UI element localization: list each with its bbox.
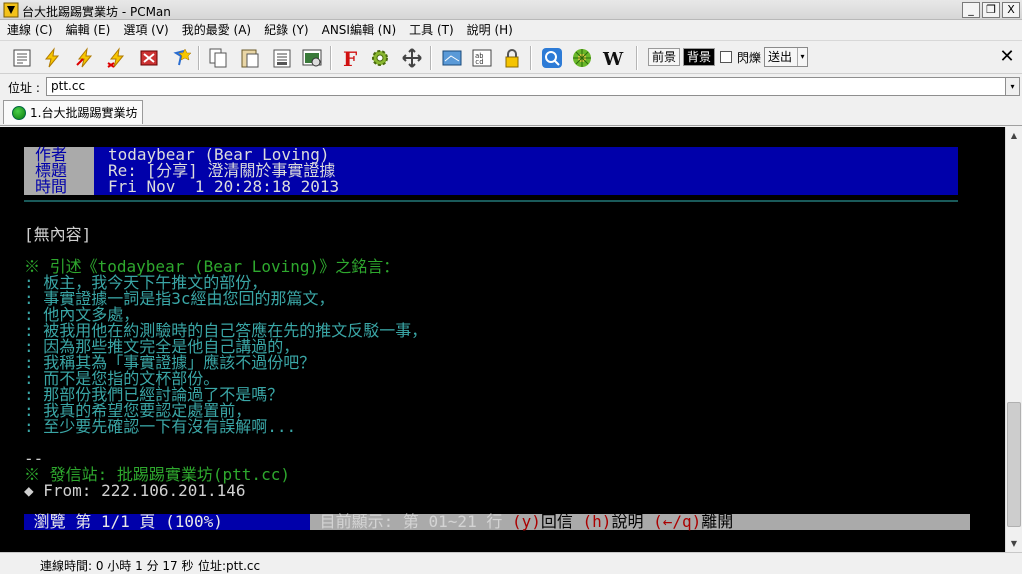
toolbar-separator (198, 46, 200, 70)
toolbar-separator (430, 46, 432, 70)
background-color-button[interactable]: 背景 (683, 48, 716, 66)
minimize-button[interactable]: _ (962, 2, 980, 18)
view-icon[interactable] (440, 46, 464, 70)
copy-icon[interactable] (206, 46, 230, 70)
toolbar-separator (636, 46, 638, 70)
reconnect-icon[interactable] (105, 46, 129, 70)
copy-with-ansi-icon[interactable] (270, 46, 294, 70)
quote-line: : 至少要先確認一下有沒有誤解啊... (24, 417, 297, 436)
nav-icon[interactable]: ab cd (470, 46, 494, 70)
display-range: 目前顯示: 第 01~21 行 (310, 512, 512, 531)
status-address: 位址:ptt.cc (198, 559, 261, 573)
menu-options[interactable]: 選項 (V) (116, 20, 174, 41)
close-connection-icon[interactable]: ✕ (995, 45, 1019, 69)
search-icon[interactable] (540, 46, 564, 70)
blink-checkbox[interactable] (720, 51, 732, 63)
emoticon-icon[interactable] (570, 46, 594, 70)
reply-key: (y) (511, 512, 541, 531)
svg-text:F: F (343, 47, 357, 69)
menu-history[interactable]: 紀錄 (Y) (257, 20, 315, 41)
scroll-down-icon[interactable]: ▼ (1006, 535, 1022, 552)
leave-key: (←/q) (653, 512, 702, 531)
menu-edit[interactable]: 編輯 (E) (59, 20, 117, 41)
tab-bar: 1.台大批踢踢實業坊 (0, 98, 1022, 126)
signature-from: ◆ From: 222.106.201.146 (24, 481, 246, 500)
font-icon[interactable]: F (338, 46, 362, 70)
toolbar-separator (530, 46, 532, 70)
article-body: [無內容] (24, 225, 92, 244)
connected-status-icon (12, 105, 26, 120)
menu-tools[interactable]: 工具 (T) (402, 20, 460, 41)
connect-icon[interactable] (40, 46, 64, 70)
lock-icon[interactable] (500, 46, 524, 70)
site-list-icon[interactable] (10, 46, 34, 70)
screenshot-icon[interactable] (300, 46, 324, 70)
help-label: 說明 (611, 512, 644, 531)
send-dropdown-button[interactable]: 送出 ▾ (764, 47, 808, 67)
time-label: 時間 (35, 177, 68, 196)
foreground-color-button[interactable]: 前景 (648, 48, 681, 66)
vertical-scrollbar[interactable]: ▲ ▼ (1005, 127, 1022, 552)
blink-label: 閃爍 (737, 51, 762, 65)
toolbar-separator (330, 46, 332, 70)
tab-label: 1.台大批踢踢實業坊 (30, 106, 138, 120)
menu-help[interactable]: 說明 (H) (460, 20, 519, 41)
address-bar: 位址 : ptt.cc ▾ (0, 75, 1022, 98)
address-input[interactable]: ptt.cc (46, 77, 1006, 96)
quick-connect-icon[interactable] (73, 46, 97, 70)
chevron-down-icon[interactable]: ▾ (797, 48, 807, 66)
window-title: 台大批踢踢實業坊 - PCMan (22, 5, 171, 19)
window-controls: _ ❐ X (962, 2, 1020, 18)
pcman-app-icon[interactable] (3, 2, 19, 18)
settings-icon[interactable] (368, 46, 392, 70)
article-status-bar: 瀏覽 第 1/1 頁 (100%) 目前顯示: 第 01~21 行 (y)回信 … (24, 514, 970, 530)
help-key: (h) (582, 512, 612, 531)
svg-text:cd: cd (475, 58, 483, 66)
address-label: 位址 : (8, 81, 40, 95)
restore-button[interactable]: ❐ (982, 2, 1000, 18)
fullscreen-icon[interactable] (400, 46, 424, 70)
status-bar: 連線時間: 0 小時 1 分 17 秒 位址:ptt.cc (0, 552, 1022, 574)
disconnect-icon[interactable] (137, 46, 161, 70)
toolbar: F ab cd W (0, 42, 1022, 74)
add-favorite-icon[interactable] (169, 46, 193, 70)
scroll-up-icon[interactable]: ▲ (1006, 127, 1022, 144)
tab-ptt[interactable]: 1.台大批踢踢實業坊 (3, 100, 143, 124)
status-hints: 目前顯示: 第 01~21 行 (y)回信 (h)說明 (←/q)離開 (310, 514, 970, 530)
paste-icon[interactable] (238, 46, 262, 70)
close-window-button[interactable]: X (1002, 2, 1020, 18)
title-bar: 台大批踢踢實業坊 - PCMan _ ❐ X (0, 0, 1022, 20)
connection-time: 連線時間: 0 小時 1 分 17 秒 (40, 559, 194, 573)
scroll-thumb[interactable] (1007, 402, 1021, 527)
time-value: Fri Nov 1 20:28:18 2013 (108, 177, 340, 196)
menu-bar: 連線 (C) 編輯 (E) 選項 (V) 我的最愛 (A) 紀錄 (Y) ANS… (0, 20, 1022, 41)
menu-ansi-edit[interactable]: ANSI編輯 (N) (315, 20, 403, 41)
send-label: 送出 (768, 50, 793, 64)
header-separator (24, 200, 958, 202)
wikipedia-icon[interactable]: W (601, 46, 625, 70)
terminal-screen[interactable]: 作者 todaybear (Bear Loving) 標題 Re: [分享] 澄… (0, 127, 1005, 552)
svg-text:W: W (602, 49, 624, 69)
menu-favorites[interactable]: 我的最愛 (A) (175, 20, 257, 41)
leave-label: 離開 (701, 512, 734, 531)
address-dropdown-icon[interactable]: ▾ (1005, 77, 1020, 96)
menu-connection[interactable]: 連線 (C) (0, 20, 59, 41)
browse-progress: 瀏覽 第 1/1 頁 (100%) (24, 514, 310, 530)
reply-label: 回信 (540, 512, 573, 531)
